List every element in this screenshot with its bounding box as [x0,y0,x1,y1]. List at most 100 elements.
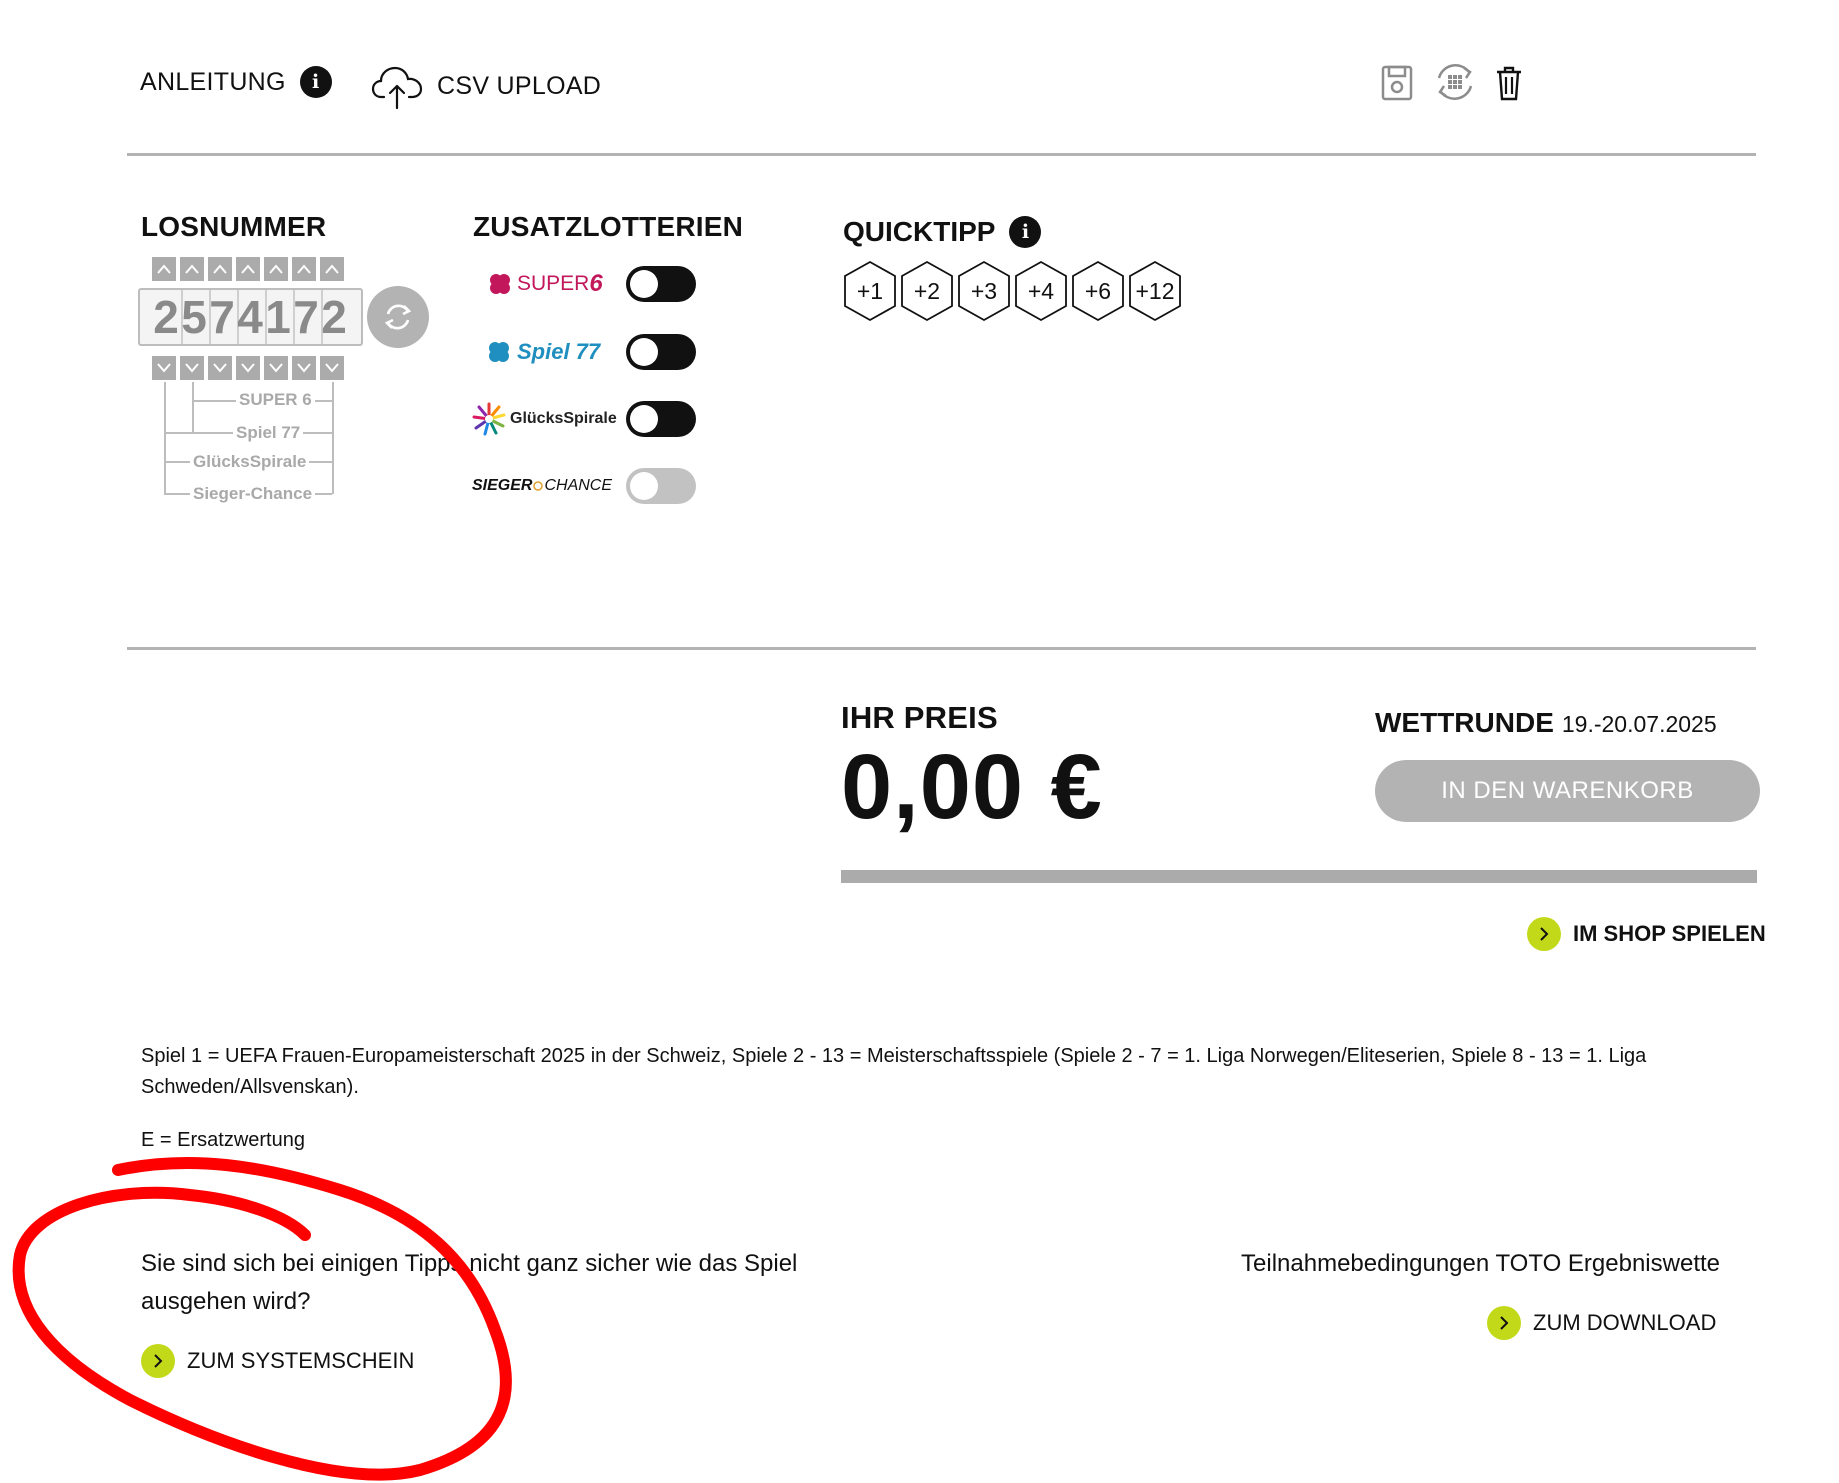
digit: 4 [237,291,263,343]
chevron-up-icon [269,264,283,274]
siegerchance-suffix: CHANCE [544,477,613,494]
digit-up-button[interactable] [180,257,204,281]
quicktipp-option-label: +12 [1135,278,1175,304]
chevron-down-icon [185,363,199,373]
price-value: 0,00 € [841,736,1103,838]
toggle-knob [630,270,658,298]
download-link[interactable]: ZUM DOWNLOAD [1487,1306,1716,1340]
digit: 7 [293,291,319,343]
digit-down-button[interactable] [292,356,316,380]
download-label: ZUM DOWNLOAD [1533,1310,1717,1335]
super6-suffix: 6 [589,270,603,297]
clover-icon [489,342,509,362]
quicktipp-option[interactable]: +12 [1127,260,1183,322]
toggle-knob [630,338,658,366]
super6-name: SUPER [517,272,590,295]
refresh-number-button[interactable] [367,286,429,348]
chevron-down-icon [269,363,283,373]
betting-round-date: 19.-20.07.2025 [1561,711,1717,737]
quicktipp-option-label: +4 [1027,278,1055,304]
bracket-label-gluecksspirale: GlücksSpirale [190,452,310,472]
digit-up-button[interactable] [264,257,288,281]
digit: 1 [265,291,291,343]
digit-down-button[interactable] [236,356,260,380]
digit-up-button[interactable] [292,257,316,281]
lottery-row-super6: SUPER 6 [470,264,696,304]
bracket-label-spiel77: Spiel 77 [233,423,304,443]
sync-grid-icon[interactable] [1433,62,1477,102]
price-divider [841,870,1757,883]
csv-upload-button[interactable]: CSV UPLOAD [371,62,601,110]
chevron-up-icon [325,264,339,274]
digit: 5 [181,291,207,343]
gluecksspirale-logo: GlücksSpirale [472,399,617,439]
chevron-down-icon [213,363,227,373]
price-label: IHR PREIS [841,700,998,735]
chevron-up-icon [213,264,227,274]
add-to-cart-button[interactable]: IN DEN WARENKORB [1375,760,1760,822]
bracket-label-siegerchance: Sieger-Chance [190,484,316,504]
chevron-down-icon [241,363,255,373]
quicktipp-option-label: +1 [856,278,884,304]
betting-round-label: WETTRUNDE [1375,707,1554,738]
legend-text: E = Ersatzwertung [141,1129,305,1151]
digit-down-button[interactable] [320,356,344,380]
quicktipp-option-label: +2 [913,278,941,304]
system-ticket-label: ZUM SYSTEMSCHEIN [187,1348,415,1373]
digit: 2 [153,291,179,343]
trash-icon[interactable] [1494,64,1524,102]
quicktipp-option[interactable]: +2 [899,260,955,322]
star-icon [533,481,544,491]
info-icon[interactable]: i [1009,216,1042,248]
digit-down-button[interactable] [208,356,232,380]
quicktipp-option[interactable]: +4 [1013,260,1069,322]
bracket-label-super6: SUPER 6 [236,390,315,410]
match-info-text: Spiel 1 = UEFA Frauen-Europameisterschaf… [141,1045,1647,1098]
lottery-row-gluecksspirale: GlücksSpirale [470,399,696,439]
gluecksspirale-name: GlücksSpirale [510,410,617,427]
quicktipp-title: QUICKTIPP [843,216,996,247]
digit-up-button[interactable] [208,257,232,281]
super6-logo: SUPER 6 [487,264,603,304]
toggle-knob [630,405,658,433]
play-in-shop-link[interactable]: IM SHOP SPIELEN [1527,917,1766,951]
digit-down-button[interactable] [152,356,176,380]
spiel77-logo: Spiel 77 [485,332,600,372]
digit-up-button[interactable] [236,257,260,281]
csv-upload-label: CSV UPLOAD [437,71,602,100]
spiel77-toggle[interactable] [626,334,696,370]
siegerchance-toggle[interactable] [626,468,696,504]
refresh-icon [384,304,412,330]
save-icon[interactable] [1381,65,1413,101]
digit-up-button[interactable] [152,257,176,281]
chevron-up-icon [157,264,171,274]
bracket-line [332,382,334,494]
spiel77-suffix: 77 [575,339,601,364]
bracket-line [164,382,166,494]
chevron-down-icon [157,363,171,373]
chevron-down-icon [297,363,311,373]
zusatzlotterien-title: ZUSATZLOTTERIEN [473,211,744,242]
quicktipp-option-label: +3 [970,278,998,304]
instructions-button[interactable]: ANLEITUNG i [140,66,332,98]
gluecksspirale-toggle[interactable] [626,401,696,437]
system-ticket-link[interactable]: ZUM SYSTEMSCHEIN [141,1344,414,1378]
digit-up-button[interactable] [320,257,344,281]
chevron-right-icon [141,1344,175,1378]
digit: 2 [321,291,347,343]
instructions-label: ANLEITUNG [140,67,286,96]
quicktipp-option[interactable]: +3 [956,260,1012,322]
lottery-row-spiel77: Spiel 77 [470,332,696,372]
lottery-row-siegerchance: SIEGER CHANCE [470,466,696,506]
siegerchance-logo: SIEGER CHANCE [472,466,612,506]
spiral-icon [472,402,506,436]
quicktipp-option[interactable]: +1 [842,260,898,322]
chevron-up-icon [297,264,311,274]
super6-toggle[interactable] [626,266,696,302]
toggle-knob [630,472,658,500]
chevron-up-icon [185,264,199,274]
quicktipp-option[interactable]: +6 [1070,260,1126,322]
cloud-upload-icon [371,66,423,110]
digit-down-button[interactable] [180,356,204,380]
digit-down-button[interactable] [264,356,288,380]
